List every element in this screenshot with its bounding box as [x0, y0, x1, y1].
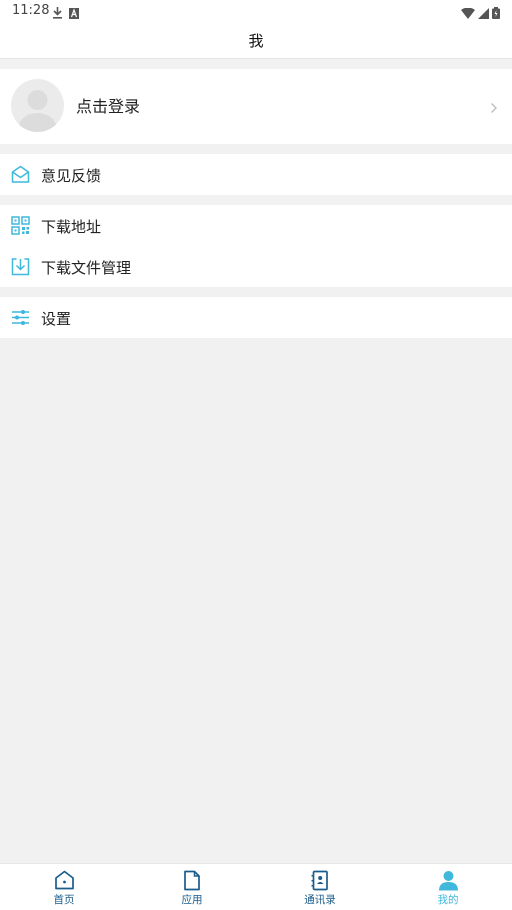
avatar-placeholder-icon	[18, 90, 57, 132]
nav-tab-home-label: 首页	[53, 894, 75, 906]
avatar	[11, 79, 64, 132]
battery-icon	[492, 4, 500, 23]
document-icon	[181, 869, 203, 891]
wifi-icon	[461, 4, 475, 23]
contacts-icon	[309, 869, 331, 891]
menu-item-download-file-manage[interactable]: 下载文件管理	[0, 246, 512, 287]
menu-item-feedback-label: 意见反馈	[41, 167, 102, 185]
title-bar: 我	[0, 22, 512, 59]
menu-group-downloads: 下载地址 下载文件管理	[0, 205, 512, 287]
login-row[interactable]: 点击登录	[0, 69, 512, 144]
menu-item-feedback[interactable]: 意见反馈	[0, 154, 512, 195]
menu-group-settings: 设置	[0, 297, 512, 338]
status-bar: 11:28	[0, 0, 512, 22]
signal-icon	[478, 4, 489, 23]
nav-tab-mine[interactable]: 我的	[384, 864, 512, 910]
mail-open-icon	[11, 165, 30, 184]
menu-item-download-address[interactable]: 下载地址	[0, 205, 512, 246]
menu-item-settings-label: 设置	[41, 310, 72, 328]
status-right-icons	[461, 4, 500, 23]
qr-code-icon	[11, 216, 30, 235]
bottom-nav: 首页 应用 通讯录 我的	[0, 863, 512, 910]
nav-tab-home[interactable]: 首页	[0, 864, 128, 910]
nav-tab-apps[interactable]: 应用	[128, 864, 256, 910]
menu-item-settings[interactable]: 设置	[0, 297, 512, 338]
chevron-right-icon	[490, 99, 498, 118]
sliders-icon	[11, 308, 30, 327]
home-icon	[53, 869, 75, 891]
download-tray-icon	[11, 257, 30, 276]
person-icon	[437, 869, 459, 891]
login-label: 点击登录	[76, 97, 141, 116]
status-left-icons	[52, 4, 79, 23]
status-time: 11:28	[12, 3, 50, 18]
menu-group-feedback: 意见反馈	[0, 154, 512, 195]
nav-tab-contacts-label: 通讯录	[304, 894, 336, 906]
page-title: 我	[248, 31, 264, 50]
menu-item-download-file-manage-label: 下载文件管理	[41, 259, 132, 277]
nav-tab-apps-label: 应用	[181, 894, 203, 906]
notification-a-icon	[69, 4, 79, 23]
nav-tab-mine-label: 我的	[437, 894, 459, 906]
menu-item-download-address-label: 下载地址	[41, 218, 102, 236]
download-icon	[52, 4, 63, 23]
nav-tab-contacts[interactable]: 通讯录	[256, 864, 384, 910]
